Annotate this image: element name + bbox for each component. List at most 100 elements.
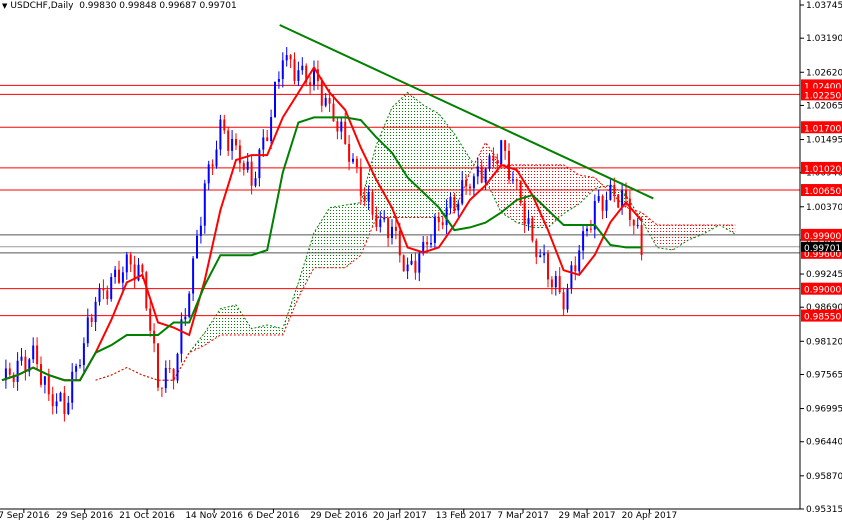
candle-body — [71, 371, 74, 403]
candle-body — [20, 356, 23, 361]
candle-body — [535, 240, 538, 257]
candle-body — [215, 149, 218, 167]
candle-body — [586, 228, 588, 232]
candle-body — [469, 186, 471, 189]
candle-body — [309, 82, 312, 85]
date-tick-label: 14 Nov 2016 — [185, 511, 243, 520]
candle-body — [43, 376, 46, 385]
level-label: 1.00650 — [804, 187, 841, 197]
date-tick-label: 29 Mar 2017 — [558, 511, 615, 520]
candle-body — [433, 217, 436, 243]
candle-body — [355, 158, 358, 168]
candle-body — [180, 319, 183, 354]
candle-body — [589, 228, 592, 230]
candle-body — [82, 343, 85, 366]
candle-body — [554, 276, 557, 288]
candle-body — [176, 353, 179, 381]
price-tick-label: 0.99245 — [806, 270, 842, 280]
candle-body — [582, 231, 585, 251]
candle-body — [94, 301, 97, 323]
candle-body — [508, 150, 510, 180]
candle-body — [324, 98, 327, 106]
candle-body — [523, 202, 526, 225]
candle-body — [270, 117, 273, 142]
candle-body — [184, 316, 187, 320]
price-tick-label: 0.96995 — [806, 405, 842, 415]
candle-body — [601, 196, 604, 211]
level-label: 0.99000 — [804, 286, 841, 296]
candle-body — [262, 137, 265, 150]
date-tick-label: 7 Mar 2017 — [497, 511, 548, 520]
candle-body — [484, 168, 487, 183]
candle-body — [203, 183, 206, 226]
candle-body — [566, 288, 569, 310]
candle-body — [625, 190, 627, 199]
candle-body — [441, 222, 444, 226]
candle-body — [402, 255, 405, 272]
level-label: 1.02250 — [804, 91, 841, 101]
candle-body — [613, 184, 616, 195]
cloud-segment — [563, 164, 580, 214]
candle-body — [597, 196, 600, 201]
candle-body — [211, 164, 214, 167]
candle-body — [472, 176, 475, 189]
date-tick-label: 29 Sep 2016 — [56, 511, 113, 520]
candle-body — [106, 290, 109, 300]
candle-body — [480, 166, 483, 183]
dropdown-triangle-icon: ▼ — [2, 2, 8, 10]
candle-body — [391, 226, 393, 239]
candle-body — [164, 367, 167, 389]
price-tick-label: 0.98120 — [806, 337, 842, 347]
candle-body — [227, 130, 230, 151]
candle-body — [457, 203, 460, 211]
candle-body — [562, 292, 565, 310]
candle-body — [476, 166, 479, 177]
candle-body — [547, 253, 549, 280]
candle-body — [336, 121, 339, 132]
candle-body — [387, 217, 390, 239]
cloud-segment — [688, 225, 704, 240]
candle-body — [231, 138, 234, 151]
date-tick-label: 13 Feb 2017 — [436, 511, 492, 520]
candle-body — [527, 218, 530, 225]
candle-body — [24, 356, 27, 372]
candle-body — [118, 269, 120, 283]
candle-body — [8, 368, 11, 375]
candle-body — [430, 242, 432, 245]
candle-body — [98, 288, 101, 302]
candle-body — [609, 184, 612, 200]
candle-body — [75, 366, 78, 372]
candle-body — [313, 69, 315, 85]
cloud-segment — [407, 92, 424, 218]
candle-body — [277, 79, 280, 82]
candle-body — [363, 195, 366, 202]
candle-body — [359, 167, 362, 196]
candle-body — [570, 265, 573, 289]
price-chart[interactable]: 1.037451.031901.026201.020651.014951.009… — [0, 0, 842, 520]
price-tick-label: 0.95315 — [806, 505, 842, 515]
candle-body — [375, 214, 378, 227]
candle-body — [340, 121, 343, 132]
price-tick-label: 1.03190 — [806, 34, 842, 44]
candle-body — [632, 219, 635, 226]
candle-body — [196, 235, 198, 259]
candle-body — [543, 253, 546, 256]
candle-body — [293, 59, 296, 81]
candle-body — [129, 254, 132, 265]
candle-body — [320, 81, 323, 106]
candle-body — [79, 365, 81, 367]
candle-body — [266, 137, 269, 142]
candle-body — [250, 161, 253, 186]
candle-body — [86, 317, 89, 344]
candle-body — [90, 317, 93, 323]
candle-body — [141, 264, 144, 273]
candle-body — [496, 161, 499, 164]
level-label: 1.01020 — [804, 165, 841, 175]
price-tick-label: 0.95870 — [806, 472, 842, 482]
candle-body — [188, 293, 191, 317]
candle-body — [394, 226, 397, 231]
candle-body — [344, 121, 347, 144]
price-tick-label: 1.02620 — [806, 68, 842, 78]
candle-body — [367, 192, 370, 202]
candle-body — [539, 255, 542, 257]
